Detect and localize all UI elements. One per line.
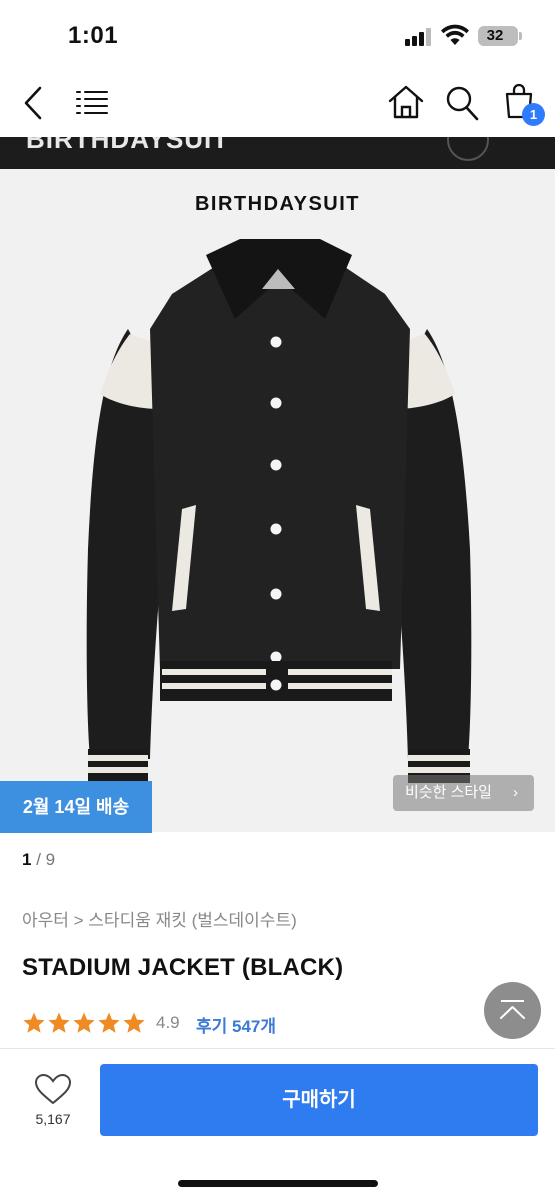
delivery-date-badge: 2월 14일 배송 bbox=[0, 781, 152, 833]
wifi-icon bbox=[441, 24, 469, 45]
product-title: STADIUM JACKET (BLACK) bbox=[22, 954, 344, 981]
battery-tip bbox=[519, 32, 522, 40]
search-icon[interactable] bbox=[444, 84, 480, 122]
back-icon[interactable] bbox=[22, 86, 46, 120]
star-icon bbox=[123, 1012, 145, 1033]
star-icon bbox=[48, 1012, 70, 1033]
cart-count-badge: 1 bbox=[522, 103, 545, 126]
image-pager: 1 / 9 bbox=[22, 850, 55, 870]
review-count-link[interactable]: 후기 547개 bbox=[196, 1012, 276, 1037]
scroll-top-button[interactable] bbox=[484, 982, 541, 1039]
star-icon bbox=[23, 1012, 45, 1033]
status-bar: 1:01 32 bbox=[0, 0, 555, 70]
home-indicator bbox=[178, 1180, 378, 1187]
rating-stars bbox=[22, 1011, 146, 1035]
menu-icon[interactable] bbox=[74, 88, 110, 118]
home-icon[interactable] bbox=[387, 84, 425, 120]
product-detail-page: 1:01 32 1 BIRTHDAYSUIT BIRTHDAYSUIT 2월 1… bbox=[0, 0, 555, 1200]
similar-style-button[interactable]: 비슷한 스타일 › bbox=[393, 775, 534, 811]
buy-button[interactable]: 구매하기 bbox=[100, 1064, 538, 1136]
battery-level: 32 bbox=[486, 27, 504, 44]
signal-icon bbox=[405, 28, 435, 46]
chevron-right-icon: › bbox=[513, 784, 518, 801]
rating-score: 4.9 bbox=[156, 1013, 180, 1032]
brand-banner-strip: BIRTHDAYSUIT bbox=[0, 137, 555, 169]
similar-style-label: 비슷한 스타일 bbox=[405, 784, 492, 801]
pager-total: / 9 bbox=[31, 850, 56, 869]
brand-banner-text: BIRTHDAYSUIT bbox=[26, 137, 230, 154]
star-icon bbox=[73, 1012, 95, 1033]
top-nav bbox=[0, 72, 555, 136]
banner-circle-button[interactable] bbox=[447, 137, 489, 161]
star-icon bbox=[98, 1012, 120, 1033]
product-image[interactable]: BIRTHDAYSUIT bbox=[0, 169, 555, 832]
battery-icon: 32 bbox=[478, 26, 518, 46]
jacket-image bbox=[86, 239, 472, 783]
scroll-top-icon bbox=[500, 1000, 525, 1019]
like-count: 5,167 bbox=[35, 1111, 71, 1127]
heart-icon[interactable] bbox=[30, 1072, 76, 1106]
status-time: 1:01 bbox=[68, 22, 119, 49]
category-breadcrumb[interactable]: 아우터 > 스타디움 재킷 (벌스데이수트) bbox=[22, 906, 297, 931]
